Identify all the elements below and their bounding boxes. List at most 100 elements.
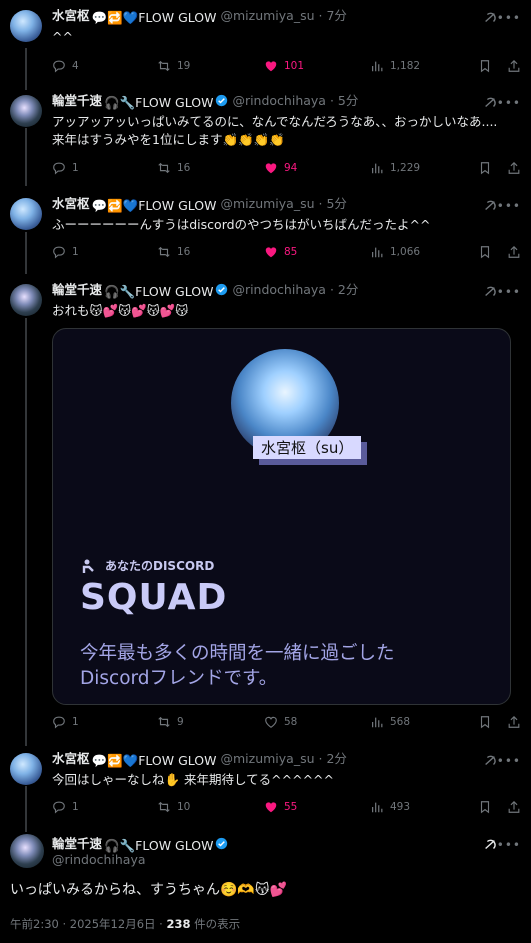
heart-filled-icon bbox=[265, 802, 277, 813]
reply-count: 1 bbox=[72, 162, 79, 174]
bookmark-icon[interactable] bbox=[478, 59, 492, 73]
more-icon[interactable]: ••• bbox=[497, 11, 521, 25]
display-name[interactable]: 輪堂千速 bbox=[52, 93, 102, 108]
reply-button[interactable]: 4 bbox=[52, 59, 79, 73]
card-header: あなたのDISCORD bbox=[81, 557, 214, 574]
tweet-header: 水宮枢 💬🔁💙FLOW GLOW @mizumiya_su · 2分 bbox=[52, 751, 347, 769]
views-button[interactable]: 1,066 bbox=[370, 245, 420, 259]
tweet[interactable]: 水宮枢 💬🔁💙FLOW GLOW @mizumiya_su · 5分 ••• ふーー… bbox=[0, 196, 531, 266]
like-button[interactable]: 85 bbox=[264, 245, 297, 259]
grok-icon[interactable] bbox=[483, 11, 497, 25]
card-subtitle: 今年最も多くの時間を一緒に過ごした Discordフレンドです。 bbox=[80, 641, 395, 691]
more-icon[interactable]: ••• bbox=[497, 285, 521, 299]
views-icon bbox=[372, 61, 383, 72]
verified-badge-icon bbox=[216, 837, 228, 850]
like-count: 55 bbox=[284, 801, 298, 813]
reply-button[interactable]: 1 bbox=[52, 715, 79, 729]
like-button[interactable]: 101 bbox=[264, 59, 304, 73]
grok-icon[interactable] bbox=[483, 199, 497, 213]
grok-icon[interactable] bbox=[483, 96, 497, 110]
like-button[interactable]: 94 bbox=[264, 161, 297, 175]
person-icon bbox=[82, 559, 94, 573]
share-icon[interactable] bbox=[507, 59, 521, 73]
avatar[interactable] bbox=[10, 753, 42, 785]
retweet-button[interactable]: 10 bbox=[157, 800, 190, 814]
tweet-datetime[interactable]: 午前2:30 · 2025年12月6日 · bbox=[10, 917, 166, 931]
bookmark-icon[interactable] bbox=[478, 715, 492, 729]
timestamp[interactable]: · 5分 bbox=[319, 196, 347, 211]
more-icon[interactable]: ••• bbox=[497, 754, 521, 768]
display-name[interactable]: 水宮枢 bbox=[52, 8, 90, 23]
tweet-text: ^^ bbox=[52, 29, 73, 44]
tweet-text: いっぱいみるからね、すうちゃん☺️🫶😽💕 bbox=[10, 882, 287, 898]
tweet[interactable]: 水宮枢 💬🔁💙FLOW GLOW @mizumiya_su · 7分 ••• ^^ … bbox=[0, 8, 531, 88]
views-button[interactable]: 493 bbox=[370, 800, 410, 814]
view-count: 1,182 bbox=[390, 60, 421, 72]
grok-icon[interactable] bbox=[483, 754, 497, 768]
tweet-header: 輪堂千速 🎧🔧FLOW GLOW @rindochihaya · 5分 bbox=[52, 93, 358, 111]
handle[interactable]: @rindochihaya bbox=[232, 93, 326, 108]
tweet[interactable]: 輪堂千速 🎧🔧FLOW GLOW @rindochihaya · 5分 ••• アッ… bbox=[0, 93, 531, 188]
like-button[interactable]: 58 bbox=[264, 715, 297, 729]
timestamp[interactable]: · 7分 bbox=[319, 8, 347, 23]
handle[interactable]: @rindochihaya bbox=[232, 282, 326, 297]
timestamp[interactable]: · 2分 bbox=[319, 751, 347, 766]
avatar[interactable] bbox=[10, 198, 42, 230]
share-icon[interactable] bbox=[507, 245, 521, 259]
avatar[interactable] bbox=[10, 10, 42, 42]
display-name[interactable]: 水宮枢 bbox=[52, 751, 90, 766]
handle[interactable]: @mizumiya_su bbox=[221, 196, 315, 211]
profile-badges: 🎧🔧FLOW GLOW bbox=[104, 95, 214, 110]
reply-button[interactable]: 1 bbox=[52, 161, 79, 175]
views-icon bbox=[372, 247, 383, 258]
avatar[interactable] bbox=[10, 284, 42, 316]
display-name[interactable]: 水宮枢 bbox=[52, 196, 90, 211]
share-icon[interactable] bbox=[507, 715, 521, 729]
retweet-count: 19 bbox=[177, 60, 191, 72]
grok-icon[interactable] bbox=[483, 838, 497, 852]
card-mark-text: あなたのDISCORD bbox=[105, 559, 215, 573]
retweet-button[interactable]: 19 bbox=[157, 59, 190, 73]
tweet-header: 水宮枢 💬🔁💙FLOW GLOW @mizumiya_su · 7分 bbox=[52, 8, 347, 26]
reply-icon bbox=[53, 60, 65, 73]
discord-recap-card[interactable]: 水宮枢（su） あなたのDISCORD SQUAD 今年最も多くの時間を一緒に過… bbox=[52, 328, 511, 705]
verified-badge-icon bbox=[216, 283, 228, 296]
profile-badges: 💬🔁💙FLOW GLOW bbox=[91, 753, 217, 768]
handle[interactable]: @mizumiya_su bbox=[221, 8, 315, 23]
heart-filled-icon bbox=[265, 61, 277, 72]
display-name[interactable]: 輪堂千速 bbox=[52, 282, 102, 297]
timestamp[interactable]: · 2分 bbox=[330, 282, 358, 297]
handle[interactable]: @rindochihaya bbox=[52, 852, 146, 867]
card-subtitle-line: Discordフレンドです。 bbox=[80, 668, 278, 689]
bookmark-icon[interactable] bbox=[478, 161, 492, 175]
bookmark-icon[interactable] bbox=[478, 245, 492, 259]
retweet-button[interactable]: 16 bbox=[157, 161, 190, 175]
handle[interactable]: @mizumiya_su bbox=[221, 751, 315, 766]
like-count: 94 bbox=[284, 162, 298, 174]
reply-count: 1 bbox=[72, 716, 79, 728]
view-count: 1,066 bbox=[390, 246, 421, 258]
like-count: 58 bbox=[284, 716, 298, 728]
like-count: 85 bbox=[284, 246, 298, 258]
bookmark-icon[interactable] bbox=[478, 800, 492, 814]
views-button[interactable]: 1,229 bbox=[370, 161, 420, 175]
reply-button[interactable]: 1 bbox=[52, 245, 79, 259]
timestamp[interactable]: · 5分 bbox=[330, 93, 358, 108]
reply-icon bbox=[53, 801, 65, 814]
avatar[interactable] bbox=[10, 834, 44, 868]
retweet-button[interactable]: 9 bbox=[157, 715, 184, 729]
views-button[interactable]: 568 bbox=[370, 715, 410, 729]
more-icon[interactable]: ••• bbox=[497, 96, 521, 110]
views-button[interactable]: 1,182 bbox=[370, 59, 420, 73]
more-icon[interactable]: ••• bbox=[497, 838, 521, 852]
retweet-button[interactable]: 16 bbox=[157, 245, 190, 259]
grok-icon[interactable] bbox=[483, 285, 497, 299]
tweet[interactable]: 水宮枢 💬🔁💙FLOW GLOW @mizumiya_su · 2分 ••• 今回は… bbox=[0, 751, 531, 821]
display-name[interactable]: 輪堂千速 bbox=[52, 836, 102, 851]
more-icon[interactable]: ••• bbox=[497, 199, 521, 213]
like-button[interactable]: 55 bbox=[264, 800, 297, 814]
share-icon[interactable] bbox=[507, 800, 521, 814]
avatar[interactable] bbox=[10, 95, 42, 127]
reply-button[interactable]: 1 bbox=[52, 800, 79, 814]
share-icon[interactable] bbox=[507, 161, 521, 175]
